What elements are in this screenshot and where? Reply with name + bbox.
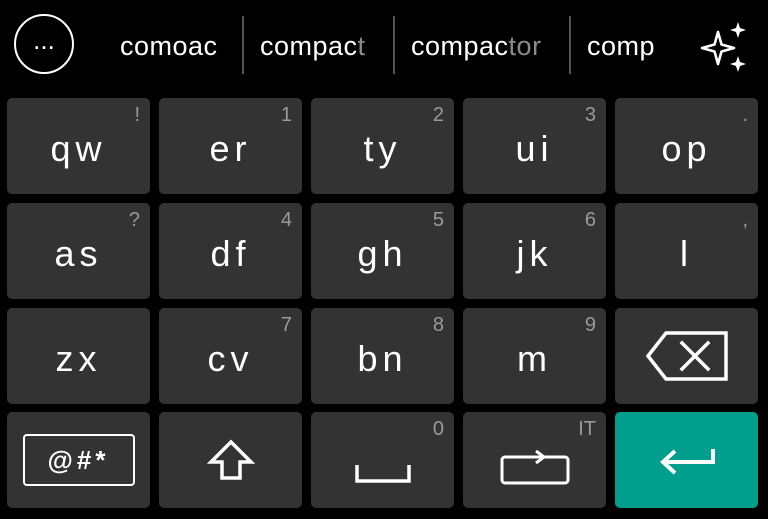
suggestion-completion: t <box>357 30 366 61</box>
backspace-icon <box>615 308 758 404</box>
key-er[interactable]: 1 er <box>159 98 302 194</box>
space-key[interactable]: 0 <box>311 412 454 508</box>
suggestion-divider <box>569 16 571 74</box>
key-cv[interactable]: 7 cv <box>159 308 302 404</box>
suggestion-2[interactable]: compac t <box>260 0 366 92</box>
sparkle-icon[interactable] <box>696 20 752 76</box>
symbols-key-frame: @#* <box>7 412 150 508</box>
suggestion-1[interactable]: comoac <box>120 0 218 92</box>
suggestion-text: comoac <box>120 30 218 61</box>
key-label: ui <box>515 128 554 169</box>
key-label: ty <box>363 128 402 169</box>
key-label: cv <box>207 338 254 379</box>
key-bn[interactable]: 8 bn <box>311 308 454 404</box>
suggestion-strip: ... comoac compac t compac tor comp <box>0 0 768 92</box>
key-qw[interactable]: ! qw <box>7 98 150 194</box>
key-label: zx <box>55 338 102 379</box>
more-suggestions-label: ... <box>33 25 55 55</box>
symbols-key[interactable]: @#* <box>7 412 150 508</box>
shift-key[interactable] <box>159 412 302 508</box>
switch-layout-icon <box>463 412 606 508</box>
key-label: er <box>209 128 252 169</box>
key-l[interactable]: , l <box>615 203 758 299</box>
suggestion-text: compac <box>260 30 358 61</box>
key-m[interactable]: 9 m <box>463 308 606 404</box>
key-op[interactable]: . op <box>615 98 758 194</box>
key-as[interactable]: ? as <box>7 203 150 299</box>
more-suggestions-button[interactable]: ... <box>14 14 74 74</box>
suggestion-divider <box>393 16 395 74</box>
enter-key[interactable] <box>615 412 758 508</box>
shift-arrow-icon <box>159 412 302 508</box>
backspace-key[interactable] <box>615 308 758 404</box>
suggestion-3[interactable]: compac tor <box>411 0 542 92</box>
key-ui[interactable]: 3 ui <box>463 98 606 194</box>
suggestion-4[interactable]: comp <box>587 0 655 92</box>
switch-layout-key[interactable]: IT <box>463 412 606 508</box>
key-label: qw <box>50 128 107 169</box>
key-label: jk <box>516 233 553 274</box>
suggestion-text: compac <box>411 30 509 61</box>
key-label: gh <box>357 233 408 274</box>
suggestion-text: comp <box>587 30 656 61</box>
key-label: bn <box>357 338 408 379</box>
enter-arrow-icon <box>615 412 758 508</box>
key-gh[interactable]: 5 gh <box>311 203 454 299</box>
key-jk[interactable]: 6 jk <box>463 203 606 299</box>
key-df[interactable]: 4 df <box>159 203 302 299</box>
key-label: m <box>517 338 552 379</box>
key-label: op <box>661 128 712 169</box>
suggestion-divider <box>242 16 244 74</box>
key-ty[interactable]: 2 ty <box>311 98 454 194</box>
space-bar-icon <box>311 412 454 508</box>
key-label: df <box>210 233 251 274</box>
key-label: as <box>54 233 103 274</box>
symbols-label: @#* <box>22 434 135 486</box>
key-label: l <box>680 233 693 274</box>
suggestion-completion: tor <box>508 30 542 61</box>
key-zx[interactable]: zx <box>7 308 150 404</box>
